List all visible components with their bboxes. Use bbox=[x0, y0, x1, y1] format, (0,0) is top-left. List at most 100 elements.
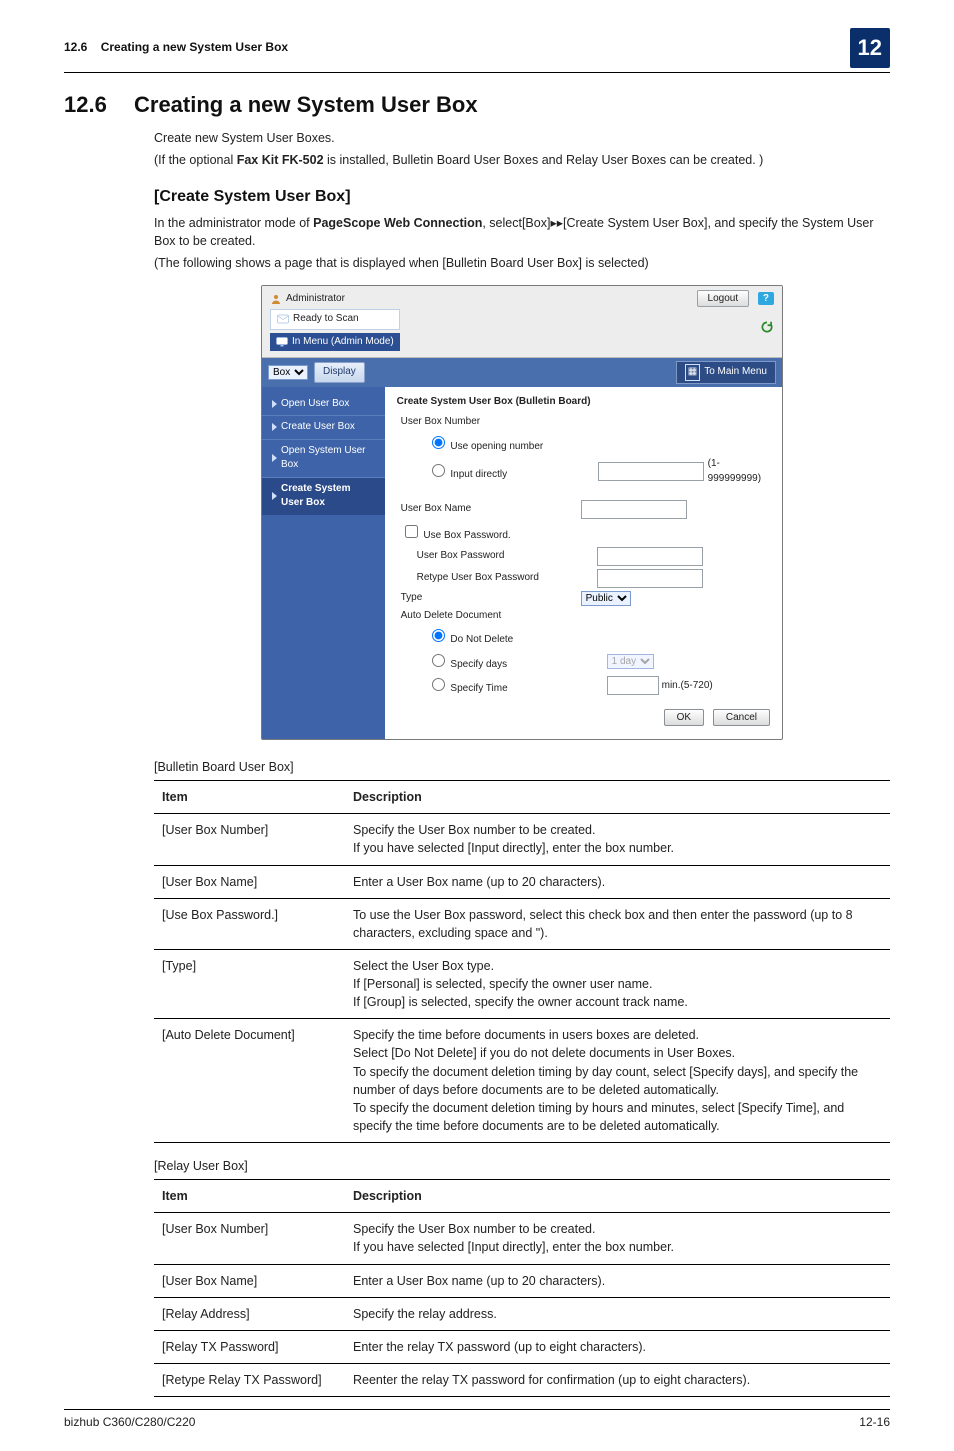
radio-specify-days[interactable] bbox=[432, 654, 445, 667]
radio-specify-time[interactable] bbox=[432, 678, 445, 691]
table-row: [Type]Select the User Box type. If [Pers… bbox=[154, 949, 890, 1018]
table1-caption: [Bulletin Board User Box] bbox=[154, 758, 890, 776]
cell-desc: Specify the User Box number to be create… bbox=[345, 814, 890, 865]
rule bbox=[64, 72, 890, 73]
input-specify-time[interactable] bbox=[607, 676, 659, 695]
select-type[interactable]: Public bbox=[581, 591, 631, 606]
bulletin-board-table: ItemDescription [User Box Number]Specify… bbox=[154, 780, 890, 1143]
to-main-menu-button[interactable]: ▦ To Main Menu bbox=[676, 361, 776, 384]
cell-desc: Specify the relay address. bbox=[345, 1297, 890, 1330]
cell-item: [User Box Number] bbox=[154, 1213, 345, 1264]
table2-caption: [Relay User Box] bbox=[154, 1157, 890, 1175]
range-hint: (1-999999999) bbox=[708, 457, 770, 486]
cell-item: [Relay TX Password] bbox=[154, 1330, 345, 1363]
label-user-box-number: User Box Number bbox=[397, 415, 581, 430]
triangle-icon bbox=[272, 423, 277, 431]
sidebar-item-create-system-user-box[interactable]: Create System User Box bbox=[262, 477, 385, 515]
section-title: Creating a new System User Box bbox=[134, 92, 478, 117]
intro-line1: Create new System User Boxes. bbox=[154, 129, 890, 147]
intro-line2: (If the optional Fax Kit FK-502 is insta… bbox=[154, 151, 890, 169]
label-type: Type bbox=[397, 591, 581, 606]
checkbox-use-box-password[interactable] bbox=[405, 525, 418, 538]
cell-item: [User Box Name] bbox=[154, 1264, 345, 1297]
logout-button[interactable]: Logout bbox=[697, 290, 750, 307]
th-desc: Description bbox=[345, 1180, 890, 1213]
grid-icon: ▦ bbox=[685, 364, 700, 381]
table-row: [Relay Address]Specify the relay address… bbox=[154, 1297, 890, 1330]
administrator-label: Administrator bbox=[286, 292, 345, 307]
cancel-button[interactable]: Cancel bbox=[713, 709, 770, 726]
cell-item: [Use Box Password.] bbox=[154, 898, 345, 949]
cell-desc: Enter a User Box name (up to 20 characte… bbox=[345, 865, 890, 898]
sidebar-item-create-user-box[interactable]: Create User Box bbox=[262, 415, 385, 439]
section-number: 12.6 bbox=[64, 89, 134, 121]
inmenu-label: In Menu (Admin Mode) bbox=[292, 335, 394, 350]
ready-label: Ready to Scan bbox=[293, 312, 359, 327]
envelope-icon bbox=[277, 314, 289, 324]
radio-do-not-delete[interactable] bbox=[432, 629, 445, 642]
person-icon bbox=[270, 293, 282, 305]
triangle-icon bbox=[272, 492, 277, 500]
table-row: [Retype Relay TX Password]Reenter the re… bbox=[154, 1363, 890, 1396]
th-desc: Description bbox=[345, 781, 890, 814]
table-row: [Use Box Password.]To use the User Box p… bbox=[154, 898, 890, 949]
table-row: [Auto Delete Document]Specify the time b… bbox=[154, 1019, 890, 1143]
time-suffix: min.(5-720) bbox=[662, 679, 713, 694]
table-row: [Relay TX Password]Enter the relay TX pa… bbox=[154, 1330, 890, 1363]
cell-desc: Enter a User Box name (up to 20 characte… bbox=[345, 1264, 890, 1297]
cell-desc: Reenter the relay TX password for confir… bbox=[345, 1363, 890, 1396]
input-user-box-name[interactable] bbox=[581, 500, 687, 519]
cell-desc: Specify the time before documents in use… bbox=[345, 1019, 890, 1143]
display-button[interactable]: Display bbox=[314, 362, 365, 383]
cell-item: [User Box Name] bbox=[154, 865, 345, 898]
cell-desc: Specify the User Box number to be create… bbox=[345, 1213, 890, 1264]
input-user-box-password[interactable] bbox=[597, 547, 703, 566]
para-following: (The following shows a page that is disp… bbox=[154, 254, 890, 272]
running-head: 12.6 Creating a new System User Box 12 bbox=[64, 28, 890, 68]
footer-left: bizhub C360/C280/C220 bbox=[64, 1414, 195, 1431]
th-item: Item bbox=[154, 1180, 345, 1213]
cell-desc: To use the User Box password, select thi… bbox=[345, 898, 890, 949]
subheading: [Create System User Box] bbox=[154, 185, 890, 208]
cell-item: [Type] bbox=[154, 949, 345, 1018]
table-row: [User Box Number]Specify the User Box nu… bbox=[154, 814, 890, 865]
cell-desc: Enter the relay TX password (up to eight… bbox=[345, 1330, 890, 1363]
section-heading: 12.6Creating a new System User Box bbox=[64, 89, 890, 121]
ok-button[interactable]: OK bbox=[664, 709, 704, 726]
runhead-title: Creating a new System User Box bbox=[101, 40, 288, 54]
label-user-box-name: User Box Name bbox=[397, 502, 581, 517]
input-box-number[interactable] bbox=[598, 462, 704, 481]
table-row: [User Box Number]Specify the User Box nu… bbox=[154, 1213, 890, 1264]
sidebar-item-open-system-user-box[interactable]: Open System User Box bbox=[262, 439, 385, 477]
triangle-icon bbox=[272, 454, 277, 462]
cell-item: [User Box Number] bbox=[154, 814, 345, 865]
refresh-icon[interactable] bbox=[760, 320, 774, 334]
screen-icon bbox=[276, 337, 288, 347]
help-button[interactable]: ? bbox=[758, 292, 774, 305]
relay-user-box-table: ItemDescription [User Box Number]Specify… bbox=[154, 1179, 890, 1397]
select-days[interactable]: 1 day bbox=[607, 654, 654, 669]
label-user-box-password: User Box Password bbox=[397, 549, 597, 564]
th-item: Item bbox=[154, 781, 345, 814]
category-select[interactable]: Box bbox=[268, 365, 308, 380]
footer-right: 12-16 bbox=[859, 1414, 890, 1431]
radio-input-directly[interactable] bbox=[432, 464, 445, 477]
input-retype-password[interactable] bbox=[597, 569, 703, 588]
form-title: Create System User Box (Bulletin Board) bbox=[397, 395, 770, 410]
cell-item: [Retype Relay TX Password] bbox=[154, 1363, 345, 1396]
runhead-section: 12.6 bbox=[64, 40, 87, 54]
chapter-badge: 12 bbox=[850, 28, 890, 68]
table-row: [User Box Name]Enter a User Box name (up… bbox=[154, 865, 890, 898]
table-row: [User Box Name]Enter a User Box name (up… bbox=[154, 1264, 890, 1297]
radio-use-opening-number[interactable] bbox=[432, 436, 445, 449]
para-admin-mode: In the administrator mode of PageScope W… bbox=[154, 214, 890, 250]
triangle-icon bbox=[272, 400, 277, 408]
sidebar: Open User Box Create User Box Open Syste… bbox=[262, 387, 385, 740]
sidebar-item-open-user-box[interactable]: Open User Box bbox=[262, 393, 385, 416]
embedded-screenshot: Administrator Ready to Scan In Menu (Adm… bbox=[261, 285, 783, 741]
cell-item: [Auto Delete Document] bbox=[154, 1019, 345, 1143]
label-retype-password: Retype User Box Password bbox=[397, 571, 597, 586]
cell-desc: Select the User Box type. If [Personal] … bbox=[345, 949, 890, 1018]
label-auto-delete: Auto Delete Document bbox=[397, 609, 581, 624]
cell-item: [Relay Address] bbox=[154, 1297, 345, 1330]
